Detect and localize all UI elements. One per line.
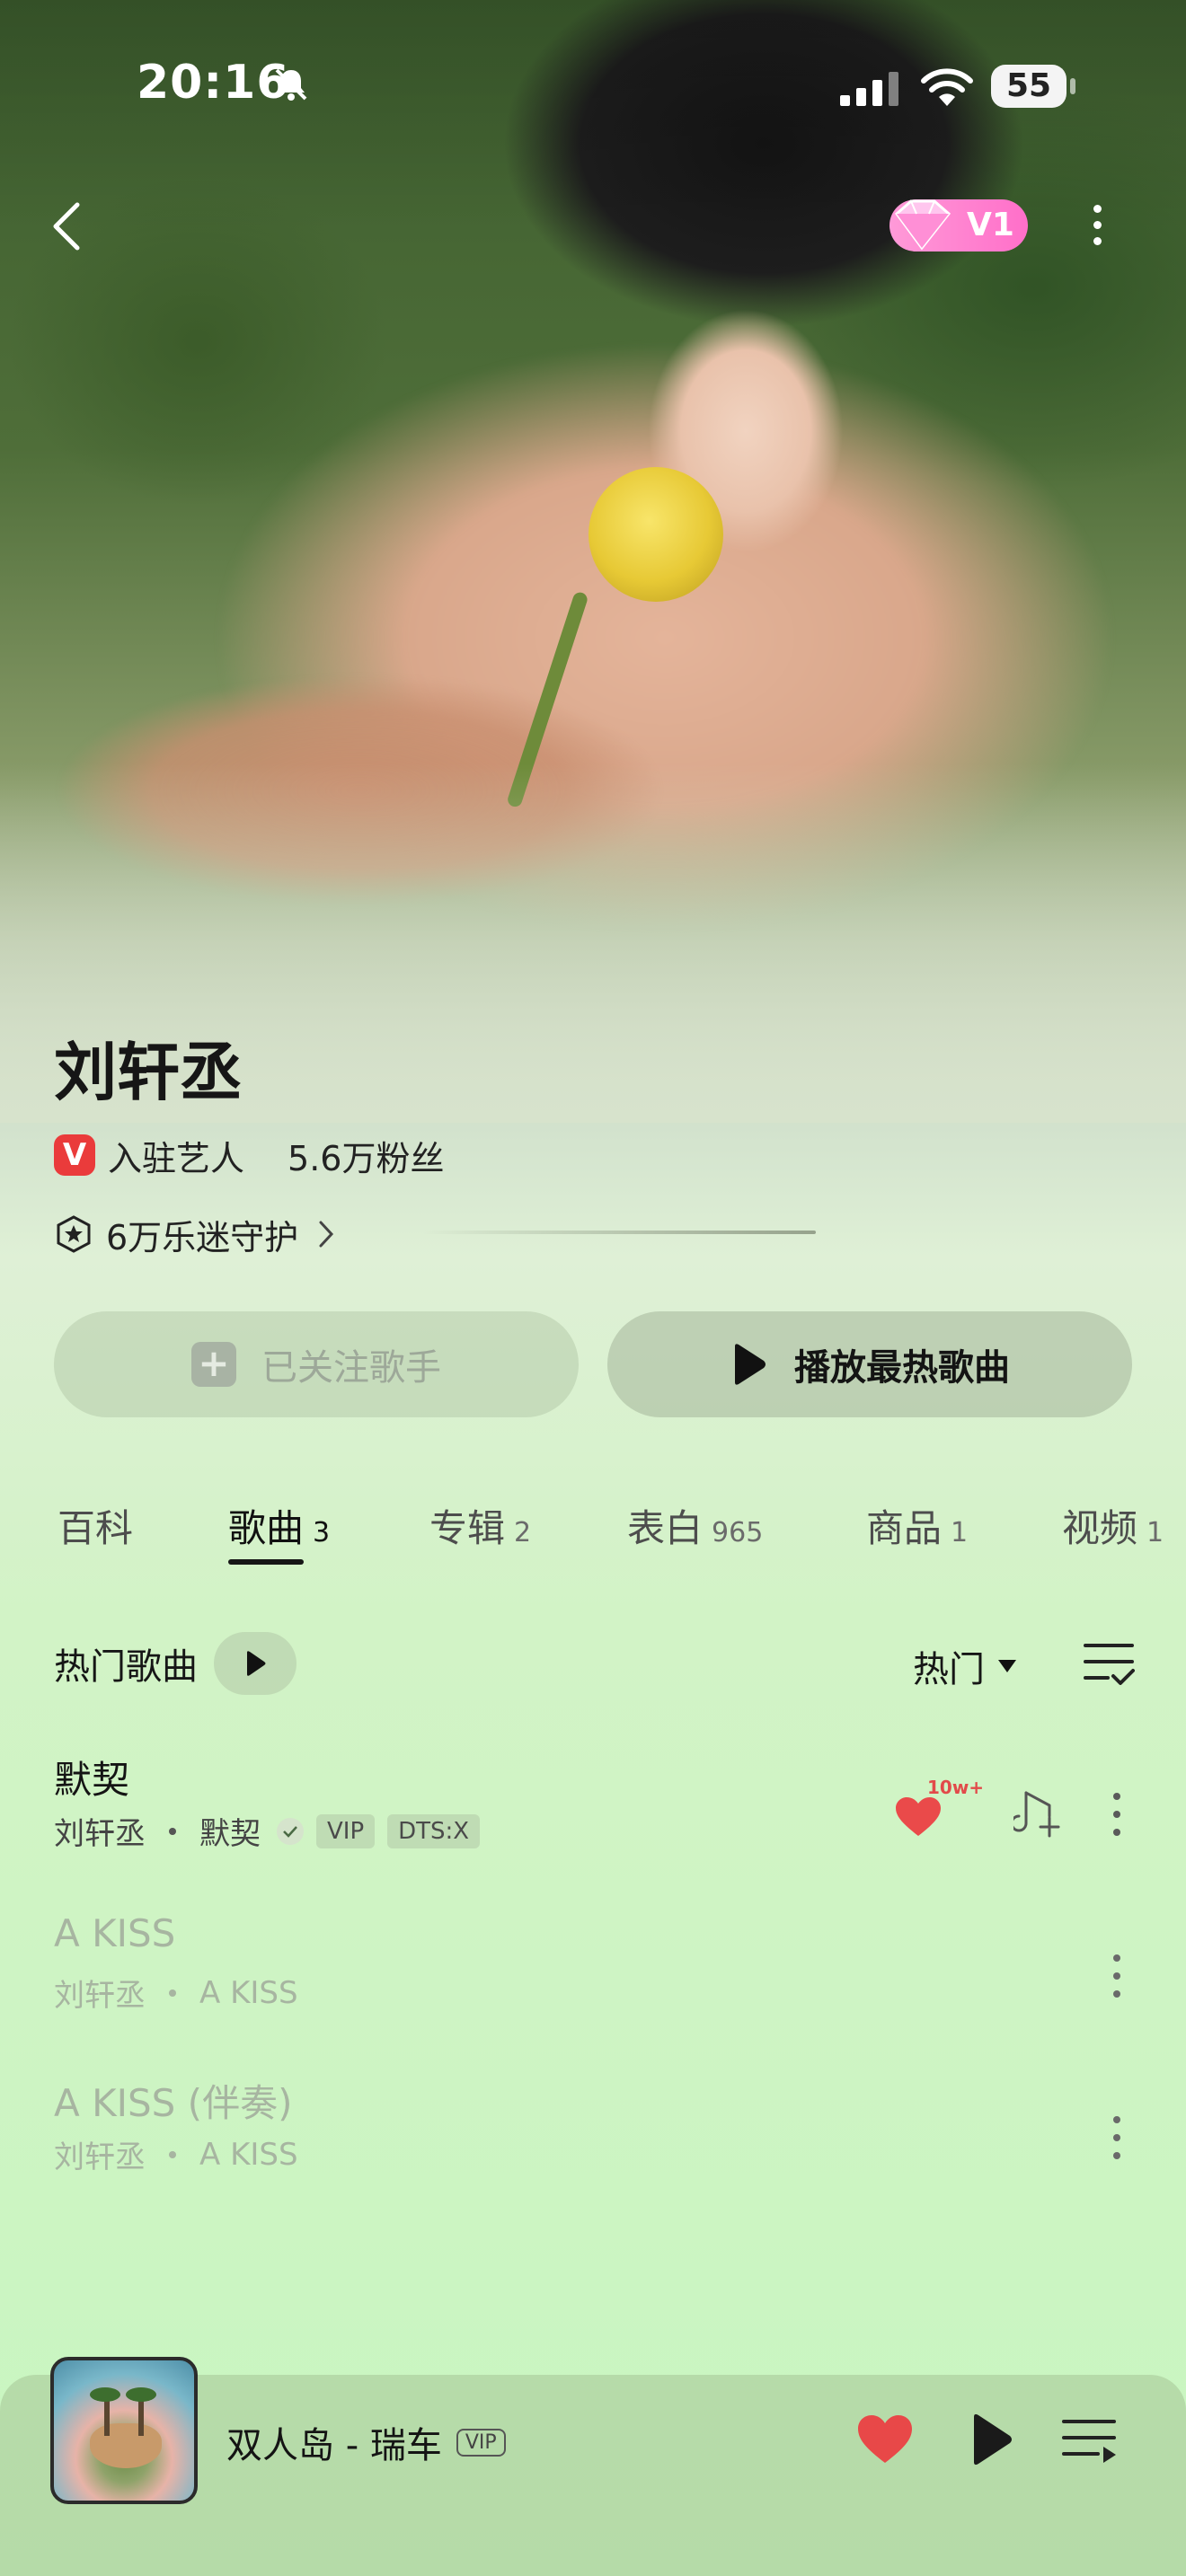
song-more-icon[interactable]	[1111, 1954, 1123, 2001]
battery-tip	[1070, 78, 1075, 94]
followed-label: 已关注歌手	[261, 1347, 441, 1389]
artist-meta: V 入驻艺人 5.6万粉丝	[54, 1132, 444, 1178]
vip-tag: VIP	[316, 1813, 376, 1848]
verified-v-icon: V	[54, 1134, 95, 1176]
fan-guard-link[interactable]: 6万乐迷守护	[54, 1209, 336, 1259]
check-icon	[277, 1817, 304, 1845]
tab-albums[interactable]: 专辑 2	[429, 1498, 531, 1553]
mini-player[interactable]: 双人岛 - 瑞车 VIP	[0, 2357, 1186, 2576]
play-hot-songs-label: 播放最热歌曲	[794, 1347, 1010, 1389]
guard-divider	[422, 1231, 816, 1234]
tab-confessions[interactable]: 表白 965	[627, 1498, 763, 1553]
song-row[interactable]: 默契 刘轩丞 默契 VIP DTS:X 10w+	[54, 1750, 1132, 1875]
add-to-playlist-icon[interactable]	[1013, 1789, 1060, 1839]
vip-level-label: V1	[967, 207, 1014, 243]
heart-icon[interactable]	[855, 2413, 915, 2466]
tab-songs[interactable]: 歌曲 3	[228, 1498, 330, 1553]
play-hot-songs-button[interactable]: 播放最热歌曲	[607, 1311, 1132, 1417]
sort-dropdown[interactable]: 热门	[913, 1640, 1017, 1692]
hot-songs-title: 热门歌曲	[54, 1646, 198, 1688]
status-time: 20:16	[137, 56, 290, 110]
song-more-icon[interactable]	[1111, 2116, 1123, 2163]
plus-icon: +	[191, 1342, 236, 1387]
now-playing-info: 双人岛 - 瑞车 VIP	[226, 2416, 506, 2468]
song-row[interactable]: A KISS (伴奏) 刘轩丞 A KISS	[54, 2073, 1132, 2199]
more-options-icon[interactable]	[1087, 201, 1107, 253]
dtsx-tag: DTS:X	[387, 1813, 481, 1848]
play-icon	[247, 1651, 266, 1676]
song-subtitle: 刘轩丞 A KISS	[54, 2136, 298, 2176]
star-shield-icon	[57, 1215, 91, 1253]
followed-button[interactable]: + 已关注歌手	[54, 1311, 579, 1417]
list-manage-icon[interactable]	[1083, 1638, 1135, 1689]
artist-tabs: 百科 歌曲 3 专辑 2 表白 965 商品 1 视频 1	[0, 1498, 1186, 1570]
song-title: 默契	[54, 1758, 130, 1802]
fan-guard-label: 6万乐迷守护	[106, 1217, 299, 1257]
playlist-queue-icon[interactable]	[1060, 2416, 1118, 2466]
artist-name: 刘轩丞	[54, 1036, 243, 1109]
vip-level-badge[interactable]: V1	[890, 199, 1028, 251]
cellular-signal-icon	[840, 72, 898, 106]
fans-count[interactable]: 5.6万粉丝	[288, 1131, 444, 1180]
battery-indicator: 55	[991, 65, 1067, 108]
song-title: A KISS	[54, 1911, 176, 1955]
hot-songs-header: 热门歌曲	[54, 1628, 296, 1699]
verified-label: 入驻艺人	[108, 1138, 245, 1178]
song-row[interactable]: A KISS 刘轩丞 A KISS	[54, 1911, 1132, 2037]
tab-videos[interactable]: 视频 1	[1062, 1498, 1164, 1553]
heart-icon[interactable]	[893, 1795, 943, 1839]
play-icon[interactable]	[969, 2413, 1013, 2466]
active-tab-indicator	[228, 1559, 304, 1565]
back-arrow-icon[interactable]	[45, 199, 90, 253]
mute-bell-icon	[275, 68, 307, 101]
caret-down-icon	[998, 1660, 1016, 1672]
chevron-right-icon	[319, 1221, 334, 1248]
tab-merch[interactable]: 商品 1	[866, 1498, 968, 1553]
tab-wiki[interactable]: 百科	[58, 1498, 133, 1553]
wifi-icon	[921, 68, 973, 106]
now-playing-title: 双人岛 - 瑞车	[226, 2425, 442, 2466]
sort-label: 热门	[913, 1649, 985, 1690]
status-bar: 20:16 55	[0, 0, 1186, 171]
song-title: A KISS (伴奏)	[54, 2081, 293, 2125]
like-count: 10w+	[927, 1777, 985, 1798]
song-more-icon[interactable]	[1111, 1793, 1123, 1839]
song-subtitle: 刘轩丞 默契 VIP DTS:X	[54, 1809, 481, 1853]
diamond-icon	[894, 199, 951, 251]
album-cover[interactable]	[50, 2357, 198, 2504]
play-icon	[735, 1344, 766, 1385]
vip-tag: VIP	[456, 2428, 506, 2457]
play-all-button[interactable]	[214, 1632, 296, 1695]
song-subtitle: 刘轩丞 A KISS	[54, 1974, 298, 2015]
